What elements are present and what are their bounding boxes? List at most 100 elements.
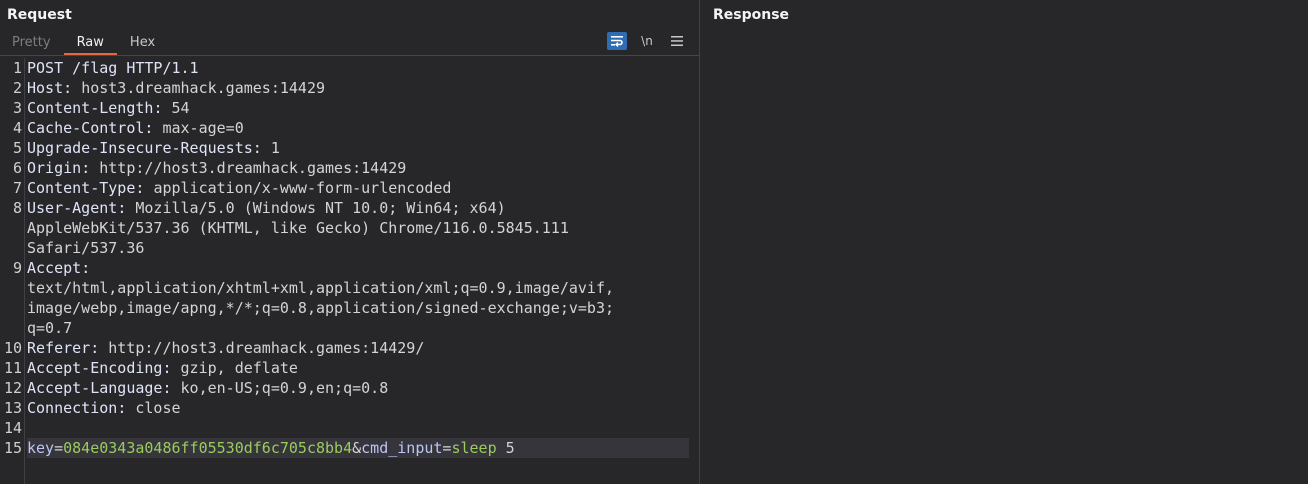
wrap-icon[interactable] xyxy=(607,32,627,50)
body-content[interactable]: key=084e0343a0486ff05530df6c705c8bb4&cmd… xyxy=(27,438,689,458)
header-separator: : xyxy=(90,339,109,357)
param-value-tail: 5 xyxy=(496,439,515,457)
line-content: Connection: close xyxy=(27,398,181,418)
line-number xyxy=(0,298,27,318)
header-name: Referer xyxy=(27,339,91,357)
request-line[interactable]: 13 Connection: close xyxy=(0,398,699,418)
request-line[interactable]: 5 Upgrade-Insecure-Requests: 1 xyxy=(0,138,699,158)
line-content: Cache-Control: max-age=0 xyxy=(27,118,244,138)
header-value: host3.dreamhack.games:14429 xyxy=(81,79,326,97)
request-title: Request xyxy=(7,7,72,23)
request-line[interactable]: 11 Accept-Encoding: gzip, deflate xyxy=(0,358,699,378)
request-line[interactable]: AppleWebKit/537.36 (KHTML, like Gecko) C… xyxy=(0,218,699,238)
header-separator: : xyxy=(144,119,163,137)
line-number: 3 xyxy=(12,99,22,117)
header-value: Safari/537.36 xyxy=(27,239,145,257)
request-line[interactable]: 2 Host: host3.dreamhack.games:14429 xyxy=(0,78,699,98)
line-number: 14 xyxy=(3,419,22,437)
line-number: 5 xyxy=(12,139,22,157)
request-line[interactable]: q=0.7 xyxy=(0,318,699,338)
request-tabs: Pretty Raw Hex xyxy=(0,33,168,55)
line-number: 4 xyxy=(12,119,22,137)
line-number xyxy=(0,218,27,238)
tab-raw[interactable]: Raw xyxy=(63,33,117,55)
line-number: 13 xyxy=(3,399,22,417)
request-line[interactable]: 7 Content-Type: application/x-www-form-ur… xyxy=(0,178,699,198)
header-value: http://host3.dreamhack.games:14429 xyxy=(99,159,407,177)
header-value: image/webp,image/apng,*/*;q=0.8,applicat… xyxy=(27,299,614,317)
header-separator: : xyxy=(135,179,154,197)
request-line[interactable]: 1 POST /flag HTTP/1.1 xyxy=(0,58,699,78)
header-name: Connection xyxy=(27,399,118,417)
line-number: 7 xyxy=(12,179,22,197)
line-content: Content-Type: application/x-www-form-url… xyxy=(27,178,451,198)
header-separator: : xyxy=(117,399,136,417)
request-line[interactable]: image/webp,image/apng,*/*;q=0.8,applicat… xyxy=(0,298,699,318)
request-line[interactable]: 8 User-Agent: Mozilla/5.0 (Windows NT 10.… xyxy=(0,198,699,218)
tab-divider xyxy=(0,55,699,56)
line-content: Accept: xyxy=(27,258,90,278)
request-line[interactable]: 10 Referer: http://host3.dreamhack.games:… xyxy=(0,338,699,358)
header-name: Content-Type xyxy=(27,179,136,197)
tab-hex[interactable]: Hex xyxy=(117,33,168,53)
header-separator: : xyxy=(252,139,271,157)
line-number: 6 xyxy=(12,159,22,177)
tab-pretty[interactable]: Pretty xyxy=(0,33,64,53)
line-number: 1 xyxy=(12,59,22,77)
header-name: Content-Length xyxy=(27,99,154,117)
request-body-line[interactable]: 15 key=084e0343a0486ff05530df6c705c8bb4&… xyxy=(0,438,699,458)
line-number: 12 xyxy=(3,379,22,397)
request-panel: Request Pretty Raw Hex \n 1 POST /flag H… xyxy=(0,0,700,484)
header-value: 1 xyxy=(270,139,280,157)
request-line[interactable]: text/html,application/xhtml+xml,applicat… xyxy=(0,278,699,298)
header-value: AppleWebKit/537.36 (KHTML, like Gecko) C… xyxy=(27,219,569,237)
header-separator: : xyxy=(81,259,91,277)
line-content: Upgrade-Insecure-Requests: 1 xyxy=(27,138,280,158)
header-separator: : xyxy=(63,79,82,97)
request-lines: 1 POST /flag HTTP/1.1 2 Host: host3.dreamha… xyxy=(0,58,699,438)
param-separator: & xyxy=(352,439,362,457)
request-line[interactable]: 6 Origin: http://host3.dreamhack.games:14… xyxy=(0,158,699,178)
request-line[interactable]: 9 Accept: xyxy=(0,258,699,278)
line-number: 15 xyxy=(3,439,22,457)
request-line[interactable]: 12 Accept-Language: ko,en-US;q=0.9,en;q=0… xyxy=(0,378,699,398)
param-value: 084e0343a0486ff05530df6c705c8bb4 xyxy=(63,439,353,457)
header-name: Origin xyxy=(27,159,82,177)
header-name: Accept xyxy=(27,259,82,277)
line-content: Accept-Encoding: gzip, deflate xyxy=(27,358,298,378)
line-number xyxy=(0,238,27,258)
header-value: 54 xyxy=(171,99,190,117)
param-equals: = xyxy=(54,439,64,457)
line-number: 9 xyxy=(12,259,22,277)
header-separator: : xyxy=(153,99,172,117)
line-content: POST /flag HTTP/1.1 xyxy=(27,58,199,78)
request-line[interactable]: 4 Cache-Control: max-age=0 xyxy=(0,118,699,138)
line-content: Referer: http://host3.dreamhack.games:14… xyxy=(27,338,424,358)
header-separator: : xyxy=(117,199,136,217)
header-value: close xyxy=(135,399,181,417)
line-content: User-Agent: Mozilla/5.0 (Windows NT 10.0… xyxy=(27,198,506,218)
newline-toggle[interactable]: \n xyxy=(637,32,657,50)
line-content: text/html,application/xhtml+xml,applicat… xyxy=(27,278,614,298)
header-value: application/x-www-form-urlencoded xyxy=(153,179,452,197)
line-number: 2 xyxy=(12,79,22,97)
line-content: Content-Length: 54 xyxy=(27,98,190,118)
param-key: key xyxy=(27,439,55,457)
request-line[interactable]: 3 Content-Length: 54 xyxy=(0,98,699,118)
header-value: gzip, deflate xyxy=(180,359,298,377)
header-separator: : xyxy=(81,159,100,177)
header-value: max-age=0 xyxy=(162,119,244,137)
response-title: Response xyxy=(713,7,790,23)
header-value: http://host3.dreamhack.games:14429/ xyxy=(108,339,425,357)
header-name: Accept-Language xyxy=(27,379,163,397)
param-key: cmd_input xyxy=(361,439,443,457)
header-value: POST /flag HTTP/1.1 xyxy=(27,59,199,77)
raw-request-editor[interactable]: 1 POST /flag HTTP/1.1 2 Host: host3.dreamha… xyxy=(0,58,699,484)
menu-icon[interactable] xyxy=(667,32,687,50)
request-line[interactable]: 14 xyxy=(0,418,699,438)
request-line[interactable]: Safari/537.36 xyxy=(0,238,699,258)
editor-toolbar: \n xyxy=(607,32,687,50)
line-content: Origin: http://host3.dreamhack.games:144… xyxy=(27,158,406,178)
line-number xyxy=(0,278,27,298)
header-name: Cache-Control xyxy=(27,119,145,137)
